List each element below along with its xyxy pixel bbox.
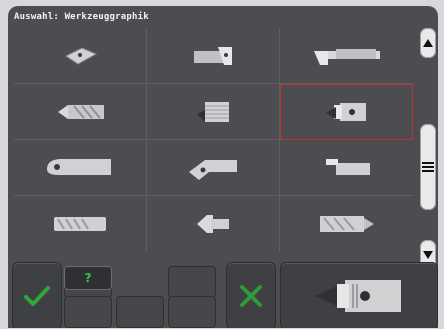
tool-selected-boring-icon: [325, 103, 366, 121]
triangle-down-icon: [423, 251, 433, 259]
tool-threading-icon: [197, 101, 229, 122]
tool-countersink-icon: [197, 215, 229, 233]
tool-cell-8[interactable]: [147, 140, 280, 196]
tool-cell-1[interactable]: [14, 28, 147, 84]
confirm-button[interactable]: [12, 262, 62, 328]
tool-tap-icon: [54, 217, 106, 231]
tool-insert-icon: [65, 46, 98, 65]
bottom-bar: ?: [12, 262, 438, 328]
triangle-up-icon: [423, 39, 433, 47]
scroll-up-button[interactable]: [420, 28, 436, 58]
tool-grooving-icon: [47, 158, 111, 175]
tool-reamer-icon: [319, 216, 374, 232]
cancel-button[interactable]: [226, 262, 276, 328]
empty-slot-bottom-mid: [116, 296, 164, 328]
tool-drill-icon: [58, 104, 104, 119]
tool-cell-3[interactable]: [280, 28, 413, 84]
tool-cell-4[interactable]: [14, 84, 147, 140]
tool-parting-icon: [325, 158, 370, 175]
tool-cell-6-selected[interactable]: [280, 84, 413, 140]
preview-panel: [280, 262, 438, 328]
tool-cell-12[interactable]: [280, 196, 413, 252]
tool-holder-insert-icon: [194, 46, 232, 65]
tool-cell-5[interactable]: [147, 84, 280, 140]
tool-cell-7[interactable]: [14, 140, 147, 196]
scroll-bar-button[interactable]: [420, 124, 436, 210]
menu-lines-icon: [422, 162, 434, 172]
tool-graphic-selection-screen: Auswahl: Werkzeuggraphik ?: [8, 6, 438, 328]
check-icon: [24, 286, 50, 306]
empty-slot-bottom-left: [64, 296, 112, 328]
tool-boring-bar-icon: [313, 48, 380, 65]
tool-cell-9[interactable]: [280, 140, 413, 196]
help-button[interactable]: ?: [64, 266, 112, 290]
tool-cell-11[interactable]: [147, 196, 280, 252]
scroll-controls: [420, 28, 436, 270]
empty-slot-bottom-right: [168, 296, 216, 328]
page-title: Auswahl: Werkzeuggraphik: [14, 12, 149, 22]
tool-graphic-grid: [14, 28, 416, 254]
tool-cell-10[interactable]: [14, 196, 147, 252]
tool-cell-2[interactable]: [147, 28, 280, 84]
tool-preview-icon: [315, 280, 401, 312]
tool-angled-holder-icon: [189, 159, 237, 180]
x-icon: [240, 285, 262, 307]
empty-slot-top-right: [168, 266, 216, 298]
